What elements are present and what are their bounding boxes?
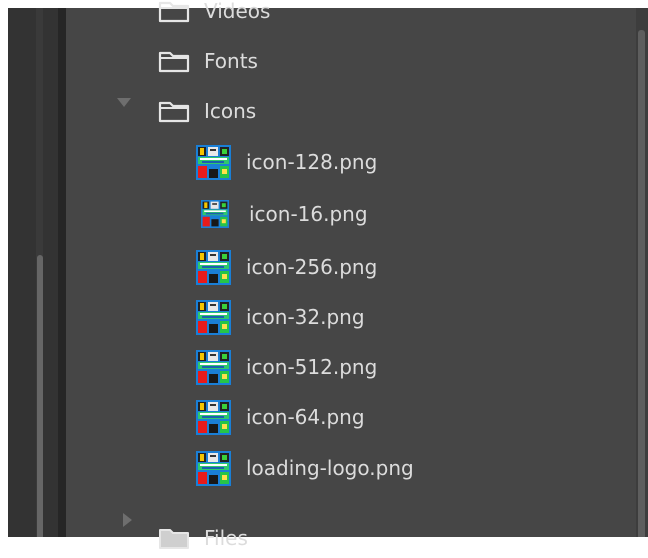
panel-divider[interactable] [58, 8, 66, 537]
expand-caret-right-icon[interactable] [123, 513, 132, 527]
tree-folder-fonts[interactable]: Fonts [158, 41, 258, 81]
file-label: icon-16.png [249, 202, 368, 226]
tree-file-item[interactable]: icon-16.png [196, 194, 368, 234]
file-label: loading-logo.png [246, 456, 414, 480]
file-label: icon-64.png [246, 405, 365, 429]
right-scroll-region [636, 8, 648, 537]
folder-label: Files [204, 526, 248, 550]
png-file-icon [201, 200, 229, 228]
file-label: icon-32.png [246, 305, 365, 329]
tree-file-item[interactable]: icon-128.png [196, 142, 377, 182]
tree-folder-files[interactable]: Files [158, 518, 248, 558]
folder-icon [158, 526, 190, 550]
png-file-icon [196, 400, 231, 435]
left-scroll-region [8, 8, 58, 537]
right-scroll-thumb[interactable] [638, 30, 645, 537]
folder-label: Fonts [204, 49, 258, 73]
tree-file-item[interactable]: icon-256.png [196, 247, 377, 287]
tree-file-item[interactable]: loading-logo.png [196, 448, 414, 488]
tree-folder-icons[interactable]: Icons [158, 91, 256, 131]
png-file-icon [196, 350, 231, 385]
tree-file-item[interactable]: icon-512.png [196, 347, 377, 387]
folder-label: Videos [204, 0, 271, 23]
file-label: icon-128.png [246, 150, 378, 174]
png-file-icon [196, 145, 231, 180]
folder-icon [158, 0, 190, 23]
folder-icon [158, 49, 190, 73]
tree-file-item[interactable]: icon-64.png [196, 397, 365, 437]
png-file-icon [196, 451, 231, 486]
png-file-icon [196, 250, 231, 285]
tree-file-item[interactable]: icon-32.png [196, 297, 365, 337]
folder-label: Icons [204, 99, 257, 123]
tree-folder-videos[interactable]: Videos [158, 0, 270, 31]
expand-caret-down-icon[interactable] [117, 98, 131, 107]
png-file-icon [196, 300, 231, 335]
file-label: icon-256.png [246, 255, 378, 279]
folder-icon [158, 99, 190, 123]
file-label: icon-512.png [246, 355, 378, 379]
left-scroll-thumb[interactable] [37, 255, 43, 537]
